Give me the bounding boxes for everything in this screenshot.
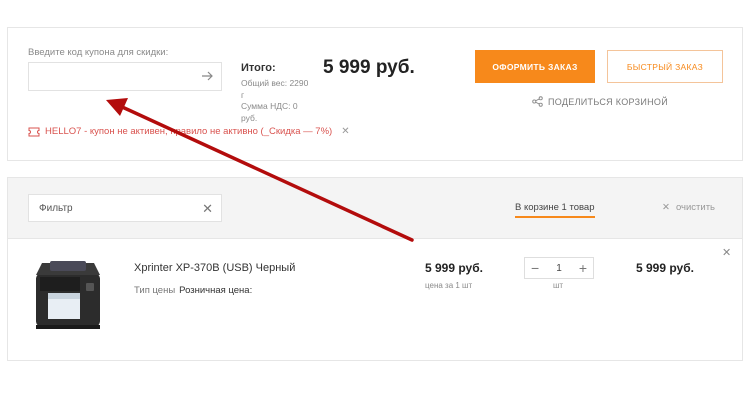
share-basket-link[interactable]: ПОДЕЛИТЬСЯ КОРЗИНОЙ	[532, 96, 668, 107]
total-label: Итого:	[241, 62, 276, 74]
close-icon: ✕	[662, 202, 670, 213]
share-label: ПОДЕЛИТЬСЯ КОРЗИНОЙ	[548, 96, 668, 107]
quantity-unit: шт	[553, 281, 564, 290]
arrow-right-icon[interactable]	[200, 69, 214, 83]
remove-coupon-icon[interactable]: ✕	[341, 126, 349, 137]
product-name-link[interactable]: Xprinter XP-370B (USB) Черный	[134, 262, 295, 274]
quantity-stepper[interactable]: − 1 +	[524, 257, 594, 279]
remove-item-icon[interactable]: ✕	[722, 246, 731, 259]
price-type-value: Розничная цена:	[179, 285, 253, 296]
clear-filter-icon[interactable]: ✕	[202, 201, 213, 217]
share-icon	[532, 96, 543, 107]
filter-placeholder: Фильтр	[39, 203, 73, 214]
unit-price-note: цена за 1 шт	[425, 281, 473, 290]
clear-basket-label: очистить	[675, 202, 716, 213]
applied-coupon: HELLO7 - купон не активен, правило не ак…	[28, 126, 350, 137]
coupon-input[interactable]	[28, 62, 222, 91]
total-vat: Сумма НДС: 0 руб.	[241, 101, 298, 123]
checkout-button[interactable]: ОФОРМИТЬ ЗАКАЗ	[475, 50, 595, 83]
unit-price: 5 999 руб.	[425, 261, 483, 275]
coupon-ticket-icon	[28, 127, 40, 136]
coupon-label: Введите код купона для скидки:	[28, 47, 169, 58]
clear-basket-link[interactable]: ✕ очистить	[662, 202, 715, 213]
line-total: 5 999 руб.	[636, 261, 694, 275]
filter-bar: Фильтр ✕ В корзине 1 товар ✕ очистить	[8, 178, 742, 239]
quantity-value[interactable]: 1	[556, 263, 562, 274]
price-type-label: Тип цены	[134, 285, 176, 296]
cart-count-tab[interactable]: В корзине 1 товар	[515, 202, 595, 218]
basket-items-panel: Фильтр ✕ В корзине 1 товар ✕ очистить Xp…	[7, 177, 743, 361]
total-weight: Общий вес: 2290 г	[241, 78, 309, 100]
price-type: Тип цены Розничная цена:	[134, 285, 252, 296]
total-price: 5 999 руб.	[323, 57, 415, 78]
increase-quantity-button[interactable]: +	[579, 261, 587, 275]
product-image[interactable]	[28, 255, 108, 340]
applied-coupon-text: HELLO7 - купон не активен, правило не ак…	[45, 126, 333, 137]
filter-input[interactable]: Фильтр ✕	[28, 194, 222, 222]
fast-order-button[interactable]: БЫСТРЫЙ ЗАКАЗ	[607, 50, 723, 83]
decrease-quantity-button[interactable]: −	[531, 261, 539, 275]
total-meta: Общий вес: 2290 г Сумма НДС: 0 руб.	[241, 78, 311, 124]
basket-summary-panel: Введите код купона для скидки: Итого: Об…	[7, 27, 743, 161]
